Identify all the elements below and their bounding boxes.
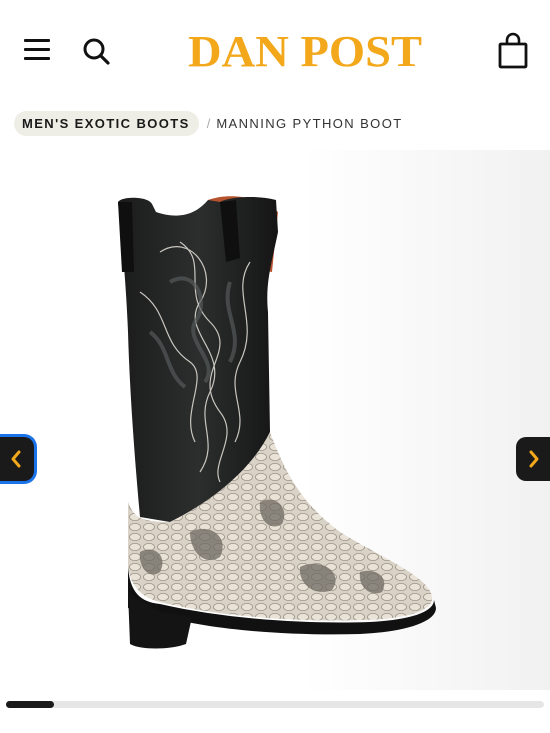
breadcrumb: MEN'S EXOTIC BOOTS / MANNING PYTHON BOOT (14, 110, 403, 136)
site-header: DAN POST (0, 0, 550, 100)
chevron-left-icon (11, 450, 21, 468)
search-icon[interactable] (82, 37, 112, 67)
shopping-bag-icon[interactable] (496, 32, 530, 70)
breadcrumb-category-link[interactable]: MEN'S EXOTIC BOOTS (14, 110, 199, 136)
product-image-boot (118, 196, 436, 649)
gallery-scroll-progress[interactable] (6, 701, 544, 708)
hamburger-menu-icon[interactable] (24, 37, 52, 63)
dan-post-logo[interactable]: DAN POST (188, 24, 428, 76)
gallery-scroll-progress-fill (6, 701, 55, 708)
previous-image-button[interactable] (0, 437, 34, 481)
chevron-right-icon (529, 450, 539, 468)
breadcrumb-separator: / (206, 115, 211, 131)
breadcrumb-current-page: MANNING PYTHON BOOT (216, 115, 403, 131)
product-image-gallery[interactable] (0, 150, 550, 690)
brand-logo-text: DAN POST (188, 27, 422, 76)
next-image-button[interactable] (516, 437, 550, 481)
